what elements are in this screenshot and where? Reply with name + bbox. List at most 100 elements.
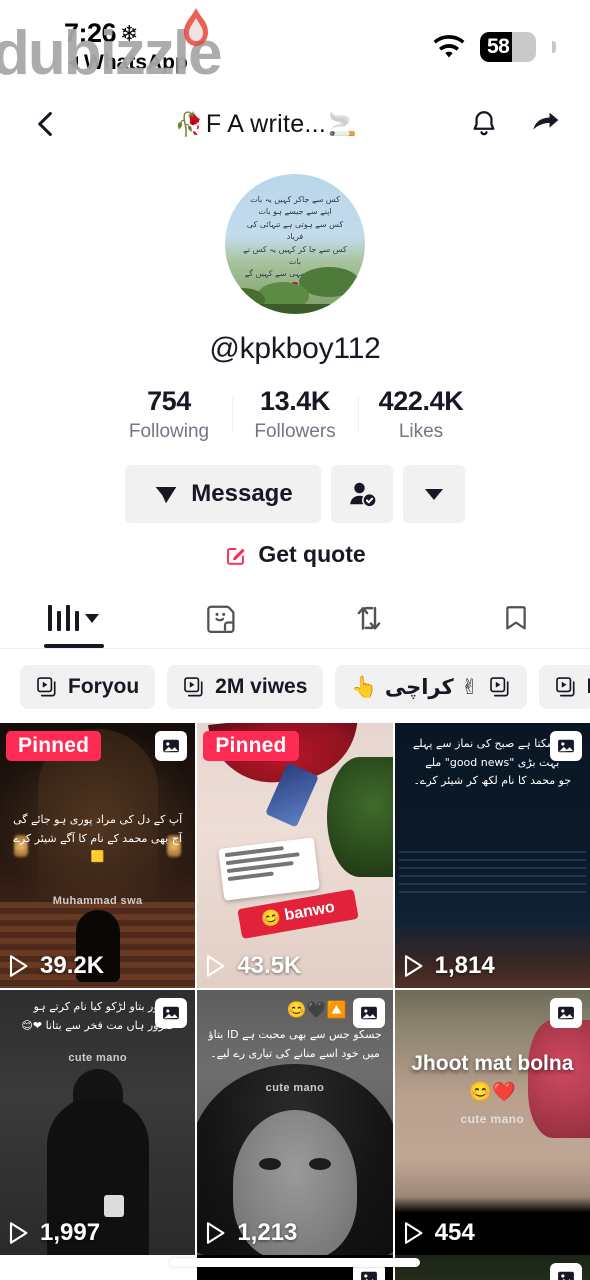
playlist-chip[interactable]: Foryou (20, 665, 156, 709)
thumbnail-watermark: cute mano (265, 1082, 325, 1094)
following-status-button[interactable] (331, 465, 393, 523)
rose-emoji: 🥀 (174, 110, 204, 137)
status-time-group: 7:26 ❄ (64, 18, 138, 49)
stat-value: 13.4K (259, 386, 331, 416)
playlist-chips-row[interactable]: Foryou 2M viwes ✌ کراچی 👆 Fu (0, 649, 590, 723)
pinned-badge: Pinned (203, 731, 299, 761)
grid-bars-icon (48, 605, 80, 631)
thumbnail-overlay-text: آپ کے دل کی مراد پوری ہو جائے گی آج بھی … (8, 811, 187, 867)
video-thumbnail[interactable]: 😊 banwo Pinned 43.5K (197, 723, 393, 988)
view-count-value: 1,997 (40, 1219, 101, 1246)
playlist-icon (37, 677, 56, 697)
pinned-badge: Pinned (6, 731, 102, 761)
view-count: 1,814 (403, 952, 495, 980)
get-quote-label: Get quote (258, 541, 366, 567)
playlist-icon (555, 677, 575, 697)
photo-icon-glyph (163, 739, 180, 753)
share-arrow-icon (533, 112, 559, 130)
video-thumbnail[interactable]: Jhoot mat bolna 😊❤️ cute mano 454 (394, 990, 590, 1255)
repost-icon (357, 606, 381, 630)
view-count: 1,997 (8, 1219, 100, 1247)
bookmark-icon (506, 606, 526, 630)
notification-bell-button[interactable] (466, 106, 502, 142)
tab-favorites[interactable] (443, 588, 590, 648)
photo-icon (549, 998, 582, 1028)
tab-videos[interactable] (0, 588, 148, 648)
play-icon (404, 955, 423, 977)
thumbnail-overlay-text: Jhoot mat bolna (411, 1052, 574, 1075)
battery-level: 58 (487, 35, 510, 58)
battery-indicator: 58 (480, 32, 536, 62)
thumbnail-watermark: cute mano (460, 1112, 525, 1126)
view-count-value: 43.5K (237, 952, 302, 979)
play-icon (207, 955, 225, 977)
thumbnail-art: 😊 banwo (197, 723, 393, 988)
back-app-name: WhatsApp (84, 51, 188, 74)
horizontal-scrollbar[interactable] (170, 1258, 420, 1267)
photo-icon-glyph (558, 1271, 574, 1280)
photo-icon (155, 998, 188, 1028)
photo-icon (549, 731, 582, 761)
more-options-button[interactable] (403, 465, 465, 523)
overlay-line: جو محمد کا نام لکھ کر شیئر کرے۔ (413, 774, 572, 788)
profile-section: کس سے جاکر کہیں یہ بات اپنے سے جیسے ہو ب… (0, 160, 590, 568)
playlist-chip-label: 2M viwes (215, 675, 308, 698)
chevron-down-icon (425, 488, 443, 500)
stat-followers[interactable]: 13.4K Followers (233, 386, 358, 443)
view-count-value: 39.2K (40, 952, 105, 979)
snowflake-icon: ❄ (120, 20, 139, 46)
play-icon (9, 955, 28, 977)
video-thumbnail[interactable]: ہو سکتا ہے صبح کی نماز سے پہلے بہت بڑی "… (394, 723, 590, 988)
video-thumbnail[interactable]: کیا میں پیارا ہوں 😊😊 (0, 1255, 196, 1280)
thumbnail-emoji-overlay: 😊🖤🔼 (286, 1002, 347, 1019)
view-count: 454 (403, 1219, 475, 1247)
photo-icon (549, 1263, 582, 1280)
playlist-chip[interactable]: ✌ کراچی 👆 (335, 665, 527, 709)
share-button[interactable] (528, 106, 564, 142)
wifi-icon (432, 34, 466, 60)
tab-stickers[interactable] (148, 588, 296, 648)
playlist-chip-label: Foryou (68, 675, 140, 698)
view-count: 39.2K (8, 952, 104, 980)
comment-card-overlay (218, 837, 321, 901)
photo-icon (155, 731, 188, 761)
video-thumbnail[interactable]: آپ کے دل کی مراد پوری ہو جائے گی آج بھی … (0, 723, 196, 988)
avatar[interactable]: کس سے جاکر کہیں یہ بات اپنے سے جیسے ہو ب… (225, 174, 365, 314)
message-button[interactable]: Message (125, 465, 321, 523)
thumbnail-watermark: Muhammad swa (52, 895, 143, 907)
video-thumbnail[interactable]: اور بتاو لڑکو کیا نام کرتے ہو ضرور ہاں م… (0, 990, 196, 1255)
page-title-text: F A write... (205, 109, 327, 138)
user-check-icon (350, 482, 376, 507)
tab-dropdown-icon[interactable] (85, 613, 100, 623)
stat-label: Followers (254, 421, 336, 442)
stat-value: 422.4K (378, 386, 464, 416)
stat-following[interactable]: 754 Following (107, 386, 232, 443)
thumbnail-watermark: cute mano (68, 1052, 127, 1064)
playlist-chip-label: Funny (587, 675, 590, 699)
tab-reposts[interactable] (295, 588, 443, 648)
status-bar-left: 7:26 ❄ WhatsApp (64, 18, 188, 75)
play-icon (9, 1222, 28, 1244)
profile-username: @kpkboy112 (209, 332, 381, 365)
active-tab-indicator (43, 644, 104, 648)
back-button[interactable] (26, 104, 66, 144)
message-button-label: Message (191, 480, 293, 507)
overlay-line: میں خود اسے منانے کی تیاری رے لیے۔ (210, 1046, 380, 1060)
playlist-chip[interactable]: Funny (538, 665, 590, 709)
playlist-chip[interactable]: 2M viwes (167, 665, 324, 709)
edit-square-icon (227, 547, 246, 565)
stat-label: Likes (398, 421, 444, 442)
video-thumbnail[interactable]: 😊🖤🔼 جسکو جس سے بھی محبت ہے ID بتاؤ میں خ… (197, 990, 393, 1255)
page-header: 🥀 F A write... 🚬 (0, 88, 590, 160)
view-count-value: 1,814 (434, 952, 495, 979)
thumbnail-emoji-overlay: 😊❤️ (468, 1082, 516, 1103)
sticker-icon (207, 605, 235, 634)
video-thumbnail[interactable]: سو گئے سب دنیا والے آؤں اداس لوگوں! محفل… (394, 1255, 590, 1280)
avatar-urdu-line: کس سے جاکر کہیں یہ بات (250, 195, 340, 204)
stat-likes[interactable]: 422.4K Likes (359, 386, 484, 443)
playlist-chip-label: ✌ کراچی 👆 (351, 674, 479, 699)
profile-stats: 754 Following 13.4K Followers 422.4K Lik… (107, 386, 484, 443)
get-quote-button[interactable]: Get quote (224, 541, 366, 568)
back-to-app-indicator[interactable]: WhatsApp (68, 51, 188, 75)
page-title: 🥀 F A write... 🚬 (66, 110, 466, 139)
